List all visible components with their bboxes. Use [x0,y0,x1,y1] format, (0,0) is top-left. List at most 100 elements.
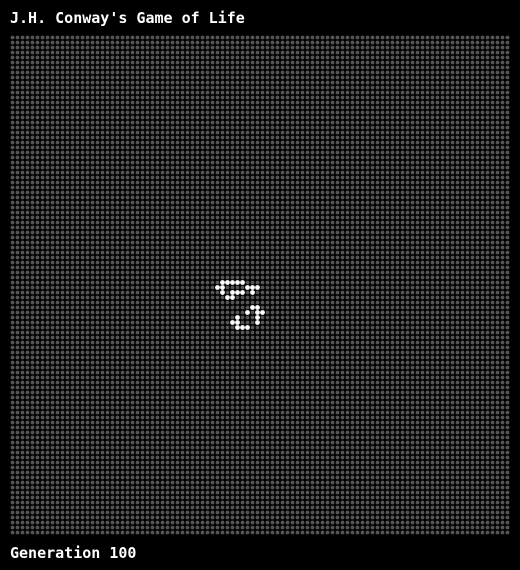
dead-cell[interactable] [300,170,305,175]
dead-cell[interactable] [180,75,185,80]
dead-cell[interactable] [415,170,420,175]
dead-cell[interactable] [130,50,135,55]
dead-cell[interactable] [305,175,310,180]
dead-cell[interactable] [405,45,410,50]
dead-cell[interactable] [465,180,470,185]
dead-cell[interactable] [295,140,300,145]
dead-cell[interactable] [255,40,260,45]
dead-cell[interactable] [310,265,315,270]
dead-cell[interactable] [60,50,65,55]
dead-cell[interactable] [280,280,285,285]
dead-cell[interactable] [255,190,260,195]
dead-cell[interactable] [460,275,465,280]
dead-cell[interactable] [360,185,365,190]
dead-cell[interactable] [305,210,310,215]
dead-cell[interactable] [380,85,385,90]
dead-cell[interactable] [80,200,85,205]
dead-cell[interactable] [435,65,440,70]
dead-cell[interactable] [290,280,295,285]
dead-cell[interactable] [505,230,510,235]
dead-cell[interactable] [95,280,100,285]
dead-cell[interactable] [350,250,355,255]
dead-cell[interactable] [455,130,460,135]
dead-cell[interactable] [230,90,235,95]
dead-cell[interactable] [450,110,455,115]
dead-cell[interactable] [425,270,430,275]
dead-cell[interactable] [490,70,495,75]
dead-cell[interactable] [125,205,130,210]
dead-cell[interactable] [190,200,195,205]
dead-cell[interactable] [440,75,445,80]
dead-cell[interactable] [125,135,130,140]
dead-cell[interactable] [470,70,475,75]
dead-cell[interactable] [190,280,195,285]
dead-cell[interactable] [50,135,55,140]
dead-cell[interactable] [30,130,35,135]
dead-cell[interactable] [275,115,280,120]
dead-cell[interactable] [240,230,245,235]
dead-cell[interactable] [175,160,180,165]
dead-cell[interactable] [45,210,50,215]
dead-cell[interactable] [205,120,210,125]
dead-cell[interactable] [495,215,500,220]
dead-cell[interactable] [160,200,165,205]
dead-cell[interactable] [200,105,205,110]
dead-cell[interactable] [410,100,415,105]
dead-cell[interactable] [125,200,130,205]
dead-cell[interactable] [395,185,400,190]
dead-cell[interactable] [205,255,210,260]
dead-cell[interactable] [250,85,255,90]
dead-cell[interactable] [410,270,415,275]
dead-cell[interactable] [130,85,135,90]
dead-cell[interactable] [235,85,240,90]
dead-cell[interactable] [120,175,125,180]
dead-cell[interactable] [130,150,135,155]
dead-cell[interactable] [160,65,165,70]
dead-cell[interactable] [280,45,285,50]
dead-cell[interactable] [110,235,115,240]
dead-cell[interactable] [165,185,170,190]
dead-cell[interactable] [500,80,505,85]
dead-cell[interactable] [330,70,335,75]
dead-cell[interactable] [95,175,100,180]
dead-cell[interactable] [375,145,380,150]
dead-cell[interactable] [320,80,325,85]
dead-cell[interactable] [55,80,60,85]
dead-cell[interactable] [50,265,55,270]
dead-cell[interactable] [445,75,450,80]
dead-cell[interactable] [390,35,395,40]
dead-cell[interactable] [475,190,480,195]
dead-cell[interactable] [420,205,425,210]
dead-cell[interactable] [70,190,75,195]
dead-cell[interactable] [485,165,490,170]
dead-cell[interactable] [330,135,335,140]
dead-cell[interactable] [260,160,265,165]
dead-cell[interactable] [35,150,40,155]
dead-cell[interactable] [235,165,240,170]
dead-cell[interactable] [130,185,135,190]
dead-cell[interactable] [150,35,155,40]
dead-cell[interactable] [290,190,295,195]
dead-cell[interactable] [390,215,395,220]
dead-cell[interactable] [225,100,230,105]
dead-cell[interactable] [210,205,215,210]
dead-cell[interactable] [225,185,230,190]
dead-cell[interactable] [135,135,140,140]
dead-cell[interactable] [385,190,390,195]
dead-cell[interactable] [240,125,245,130]
dead-cell[interactable] [305,70,310,75]
dead-cell[interactable] [450,150,455,155]
dead-cell[interactable] [115,45,120,50]
dead-cell[interactable] [245,205,250,210]
dead-cell[interactable] [320,215,325,220]
dead-cell[interactable] [505,40,510,45]
dead-cell[interactable] [495,210,500,215]
dead-cell[interactable] [225,245,230,250]
dead-cell[interactable] [385,115,390,120]
dead-cell[interactable] [105,220,110,225]
dead-cell[interactable] [40,240,45,245]
dead-cell[interactable] [280,195,285,200]
dead-cell[interactable] [160,135,165,140]
dead-cell[interactable] [40,185,45,190]
dead-cell[interactable] [175,200,180,205]
